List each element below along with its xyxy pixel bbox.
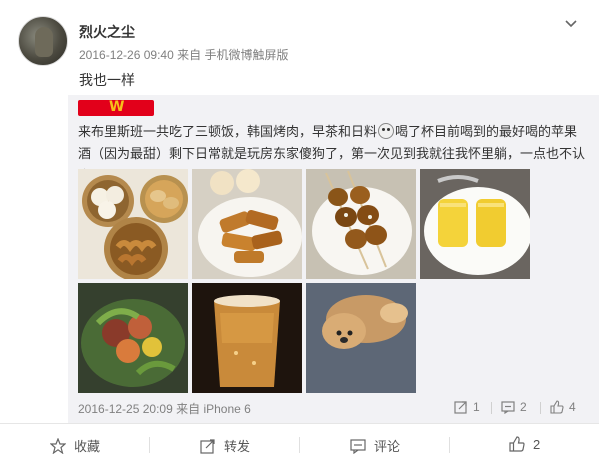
like-count: 2 [533, 436, 541, 452]
quoted-repost-count: 1 [473, 400, 480, 414]
favorite-label: 收藏 [74, 439, 101, 454]
divider [491, 402, 492, 414]
photo-thumbnail[interactable] [78, 169, 188, 279]
comment-button[interactable]: 评论 [350, 436, 400, 455]
post-meta: 2016-12-26 09:40 来自 手机微博触屏版 [79, 46, 288, 63]
comment-label: 评论 [374, 439, 401, 454]
repost-label: 转发 [224, 439, 251, 454]
quoted-post: W 来布里斯班一共吃了三顿饭，韩国烤肉，早茶和日料 喝了杯目前喝到的最好喝的苹果酒… [68, 95, 599, 423]
divider [449, 437, 450, 453]
flag-badge: W [78, 99, 154, 116]
quoted-comment-count: 2 [520, 400, 527, 414]
quoted-like-button[interactable]: 4 [550, 400, 576, 414]
share-icon [200, 438, 215, 454]
username[interactable]: 烈火之尘 [79, 22, 135, 42]
repost-button[interactable]: 转发 [200, 436, 250, 455]
quoted-timestamp[interactable]: 2016-12-25 20:09 [78, 402, 173, 416]
divider [299, 437, 300, 453]
action-bar: 收藏 转发 评论 2 [0, 423, 599, 465]
post-text: 我也一样 [79, 72, 135, 88]
avatar[interactable] [18, 16, 68, 66]
post-source: 手机微博触屏版 [204, 48, 289, 62]
weibo-card: 烈火之尘 2016-12-26 09:40 来自 手机微博触屏版 我也一样 W … [0, 0, 599, 465]
star-icon [50, 437, 66, 454]
quoted-comment-button[interactable]: 2 [501, 400, 527, 414]
quoted-like-count: 4 [569, 400, 576, 414]
quoted-meta: 2016-12-25 20:09 来自 iPhone 6 [78, 400, 251, 417]
post-timestamp[interactable]: 2016-12-26 09:40 [79, 48, 174, 62]
quoted-repost-button[interactable]: 1 [454, 400, 480, 414]
flag-letter: W [109, 99, 125, 115]
favorite-button[interactable]: 收藏 [50, 436, 100, 455]
quoted-source-prefix: 来自 [176, 402, 201, 416]
photo-thumbnail[interactable] [78, 283, 188, 393]
share-icon [454, 401, 467, 414]
photo-thumbnail[interactable] [192, 283, 302, 393]
comment-icon [501, 401, 515, 414]
source-prefix: 来自 [177, 48, 202, 62]
thumbs-up-icon [550, 400, 564, 414]
comment-icon [350, 438, 366, 454]
divider [540, 402, 541, 414]
like-button[interactable]: 2 [509, 436, 540, 452]
divider [149, 437, 150, 453]
photo-thumbnail[interactable] [306, 169, 416, 279]
photo-thumbnail[interactable] [192, 169, 302, 279]
photo-thumbnail[interactable] [420, 169, 530, 279]
chevron-down-icon[interactable] [563, 16, 579, 32]
emoji-icon [378, 123, 395, 139]
photo-thumbnail[interactable] [306, 283, 416, 393]
quoted-source: iPhone 6 [203, 402, 251, 416]
thumbs-up-icon [509, 436, 525, 452]
